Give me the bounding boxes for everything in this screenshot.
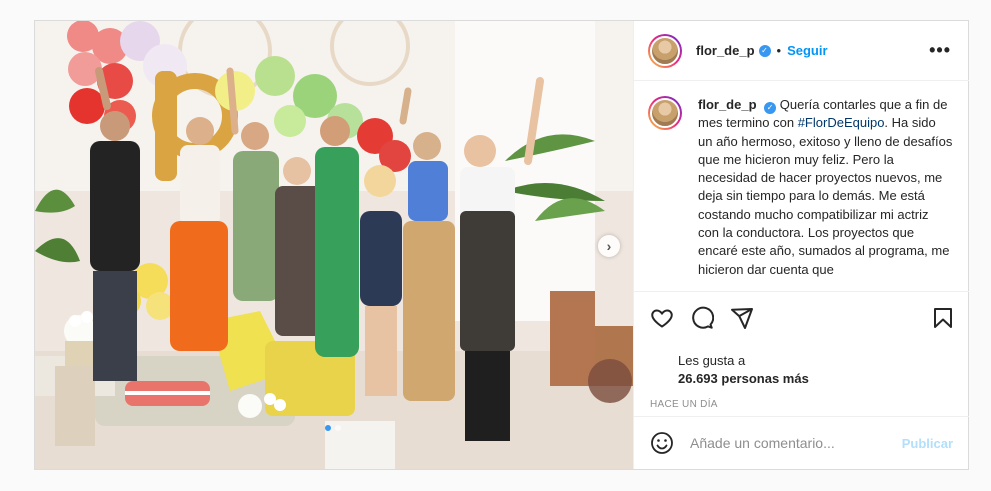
carousel-indicator <box>325 425 341 431</box>
post-photo <box>35 21 633 469</box>
carousel-dot <box>325 425 331 431</box>
chevron-right-icon: › <box>606 238 612 254</box>
header-separator: • <box>776 43 782 58</box>
caption-hashtag[interactable]: #FlorDeEquipo <box>798 115 885 130</box>
emoji-icon[interactable] <box>650 431 674 455</box>
caption-body-continued: . Ha sido un año hermoso, exitoso y llen… <box>698 115 953 277</box>
post-timestamp[interactable]: HACE UN DÍA <box>634 399 969 410</box>
action-bar <box>634 292 969 330</box>
post-header: flor_de_p ✓ • Seguir ••• <box>634 21 969 81</box>
likes-count[interactable]: 26.693 personas más <box>678 369 969 389</box>
comment-input[interactable] <box>688 434 892 452</box>
post-sidebar: flor_de_p ✓ • Seguir ••• flor_de_p ✓ Que… <box>633 21 969 469</box>
caption-username[interactable]: flor_de_p <box>698 97 757 112</box>
instagram-post: › flor_de_p ✓ • Seguir ••• flor_de_p ✓ Q… <box>34 20 969 470</box>
heart-icon[interactable] <box>650 306 674 330</box>
avatar[interactable] <box>648 33 682 68</box>
follow-button[interactable]: Seguir <box>787 43 827 58</box>
carousel-next-button[interactable]: › <box>598 235 620 257</box>
verified-icon: ✓ <box>764 102 777 115</box>
share-icon[interactable] <box>730 306 754 330</box>
comment-icon[interactable] <box>690 306 714 330</box>
likes-summary[interactable]: Les gusta a 26.693 personas más <box>634 352 969 389</box>
publish-button[interactable]: Publicar <box>902 436 953 451</box>
verified-icon: ✓ <box>758 44 771 57</box>
post-actions-section: Les gusta a 26.693 personas más HACE UN … <box>634 291 969 417</box>
caption-text: flor_de_p ✓ Quería contarles que a fin d… <box>698 96 953 279</box>
post-username[interactable]: flor_de_p <box>696 43 755 58</box>
caption-area: flor_de_p ✓ Quería contarles que a fin d… <box>634 82 969 290</box>
avatar[interactable] <box>648 96 682 130</box>
comment-box: Publicar <box>634 416 969 469</box>
more-options-icon[interactable]: ••• <box>929 40 955 61</box>
carousel-dot <box>335 425 341 431</box>
post-photo-carousel[interactable]: › <box>35 21 633 469</box>
likes-prefix: Les gusta a <box>678 353 746 368</box>
bookmark-icon[interactable] <box>931 306 955 330</box>
